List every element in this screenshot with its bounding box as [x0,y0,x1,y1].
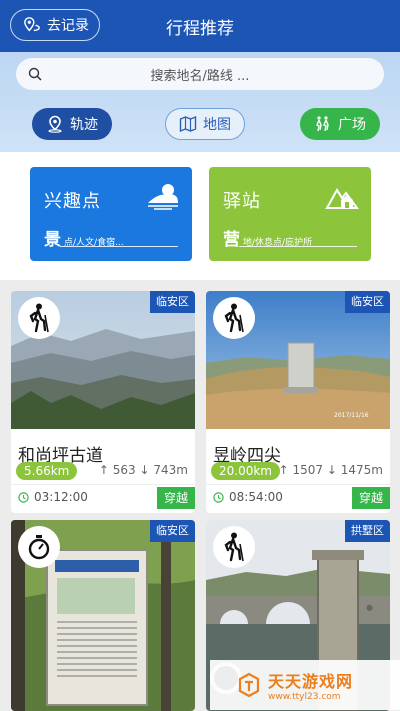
divider [11,484,195,485]
mode-badge [213,297,255,339]
svg-text:2017/11/16: 2017/11/16 [334,412,369,419]
mode-badge [18,526,60,568]
region-badge: 临安区 [150,291,195,313]
station-title: 驿站 [223,191,261,212]
duration: 03:12:00 [18,490,88,504]
station-big-char: 营 [223,230,240,250]
search-placeholder: 搜索地名/路线 ... [150,68,250,84]
route-type-badge: 穿越 [352,487,390,509]
descent-value: 1475m [340,463,383,477]
poi-underline [60,246,178,247]
descent-icon: ↓ [139,463,150,477]
mode-badge [213,526,255,568]
region-badge: 临安区 [150,520,195,542]
page-title: 行程推荐 [166,19,234,39]
descent-icon: ↓ [326,463,337,477]
track-button[interactable]: 轨迹 [32,108,112,140]
route-card[interactable]: 2017/11/16 临安区 昱岭四尖 20.00km ↑ 1507 ↓ 147… [206,291,390,513]
hiker-icon [224,532,244,562]
ascent-icon: ↑ [278,463,289,477]
route-type-badge: 穿越 [157,487,195,509]
descent-value: 743m [153,463,188,477]
region-badge: 临安区 [345,291,390,313]
route-card[interactable]: 临安区 和尚坪古道 5.66km ↑ 563 ↓ 743m 03:12:00 穿… [11,291,195,513]
route-card[interactable]: 临安区 [11,520,195,711]
track-label: 轨迹 [70,117,98,133]
ascent-value: 563 [112,463,136,477]
ascent-icon: ↑ [98,463,109,477]
clock-icon [213,491,224,503]
duration: 08:54:00 [213,490,283,504]
search-icon [28,67,42,81]
square-button[interactable]: 广场 [300,108,380,140]
ascent-value: 1507 [292,463,324,477]
map-label: 地图 [203,117,231,133]
poi-big-char: 景 [44,230,61,250]
svg-text:●: ● [366,603,373,612]
elevation-stats: ↑ 1507 ↓ 1475m [279,463,383,477]
elevation-stats: ↑ 563 ↓ 743m [99,463,188,477]
region-badge: 拱墅区 [345,520,390,542]
hikers-icon [316,116,329,132]
location-pin-icon [48,115,62,133]
station-card[interactable]: 驿站 营 地/休息点/庇护所 [209,167,371,261]
duration-value: 08:54:00 [229,490,283,504]
poi-title: 兴趣点 [44,191,101,212]
mode-badge [18,297,60,339]
poi-card[interactable]: 兴趣点 景 点/人文/食宿... [30,167,192,261]
station-underline [239,246,357,247]
square-label: 广场 [338,117,366,133]
stopwatch-icon [28,535,50,560]
clock-icon [18,491,29,503]
watermark-url: www.ttyl23.com [268,692,341,702]
distance-badge: 5.66km [16,462,78,480]
map-button[interactable]: 地图 [165,108,245,140]
map-icon [179,115,197,133]
watermark-title: 天天游戏网 [268,672,354,691]
watermark-logo-icon [238,672,260,698]
hiker-icon [29,303,49,333]
shelter-icon [325,188,359,209]
distance-badge: 20.00km [211,462,280,480]
watermark: 天天游戏网 www.ttyl23.com [210,660,400,710]
landscape-icon [148,184,178,210]
hiker-icon [224,303,244,333]
divider [206,484,390,485]
duration-value: 03:12:00 [34,490,88,504]
search-input[interactable]: 搜索地名/路线 ... [16,58,384,90]
